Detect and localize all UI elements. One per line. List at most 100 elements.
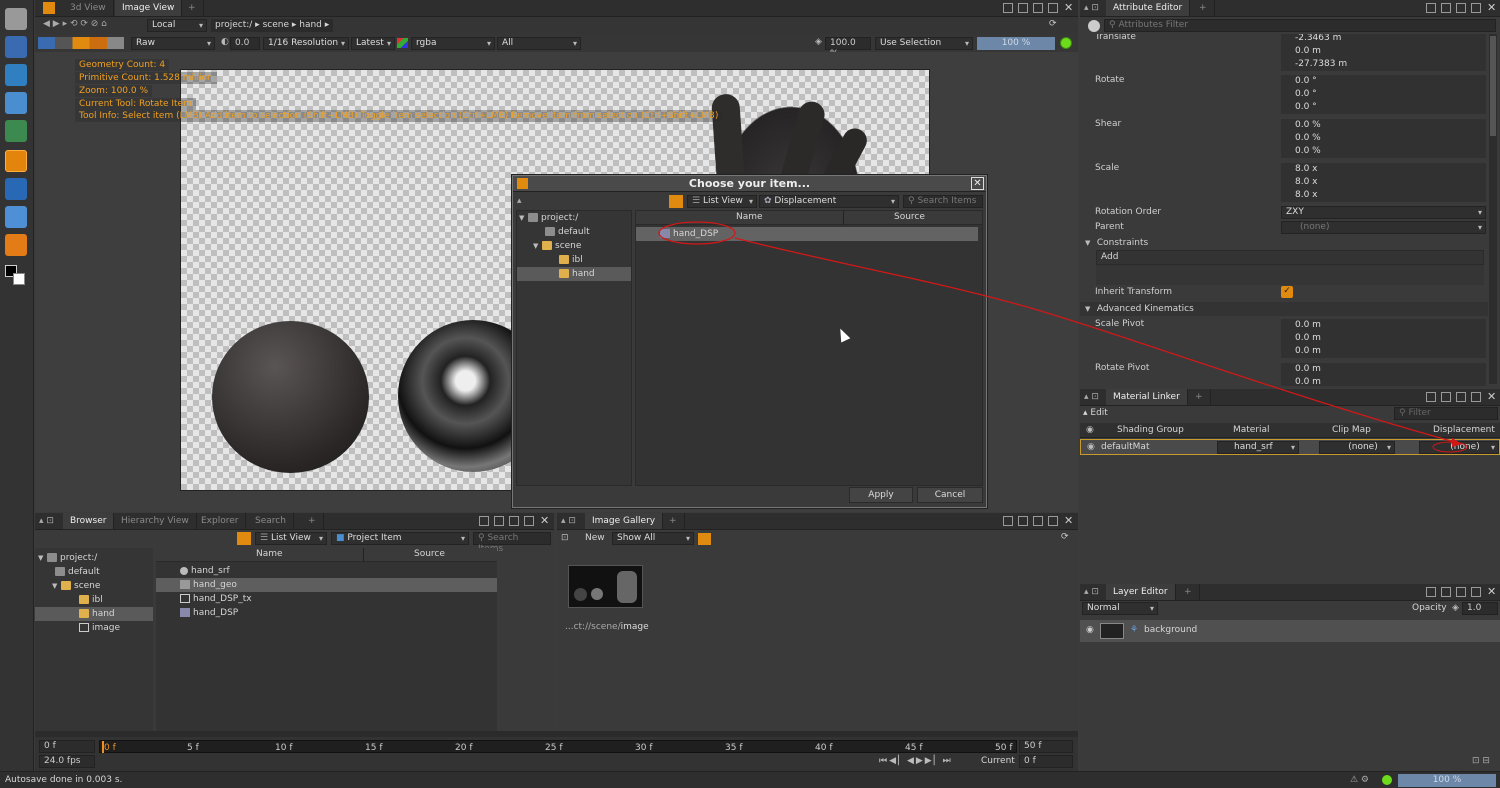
panel-collapse-icon[interactable]: ▴ ⊡	[39, 516, 54, 526]
crumb-project[interactable]: project:/	[215, 20, 252, 30]
opacity-field[interactable]: 1.0	[1462, 602, 1498, 615]
list-item-hand-srf[interactable]: hand_srf	[156, 564, 497, 578]
exposure-field[interactable]: 0.0	[230, 37, 260, 50]
attr-scrollbar[interactable]	[1489, 34, 1497, 384]
layout2-icon[interactable]	[1441, 392, 1451, 402]
gallery-thumbnail[interactable]	[568, 565, 643, 608]
parent-dropdown[interactable]: (none)	[1281, 221, 1486, 234]
layout3-icon[interactable]	[1456, 392, 1466, 402]
layout-icon[interactable]	[1426, 3, 1436, 13]
layer-visibility-icon[interactable]: ◉	[1086, 625, 1094, 635]
transform-tool-icon[interactable]	[5, 178, 27, 200]
tab-attribute-editor[interactable]: Attribute Editor	[1106, 0, 1191, 16]
col-source-header[interactable]: Source	[414, 549, 445, 559]
scale-pivot-x[interactable]: 0.0 m	[1281, 319, 1486, 332]
rotate-z[interactable]: 0.0 °	[1281, 101, 1486, 114]
dialog-collapse-icon[interactable]: ▴	[517, 196, 522, 206]
layout2-icon[interactable]	[1018, 516, 1028, 526]
displacement-dropdown[interactable]: (none)	[1419, 441, 1499, 454]
dialog-close-icon[interactable]: ✕	[971, 177, 984, 190]
lut-dropdown[interactable]: Raw	[131, 37, 215, 50]
layout2-icon[interactable]	[494, 516, 504, 526]
image-tool-icon[interactable]	[5, 120, 27, 142]
close-icon[interactable]: ✕	[1487, 585, 1496, 598]
tab-image-gallery[interactable]: Image Gallery	[585, 513, 664, 529]
refresh-icon[interactable]: ⟳	[1061, 532, 1069, 542]
show-dropdown[interactable]: Show All	[612, 532, 694, 545]
playback-controls[interactable]: ⏮◀▏◀▶▶▏⏭	[879, 756, 953, 766]
layout3-icon[interactable]	[1456, 587, 1466, 597]
clip-map-dropdown[interactable]: (none)	[1319, 441, 1395, 454]
panel-menu-icon[interactable]	[43, 2, 55, 14]
layer-row[interactable]: ◉ ⚘ background	[1080, 620, 1500, 642]
tab-hierarchy-view[interactable]: Hierarchy View	[114, 513, 197, 529]
arrow-tool-icon[interactable]	[5, 206, 27, 228]
fps-field[interactable]: 24.0 fps	[39, 755, 95, 768]
rotate-pivot-y[interactable]: 0.0 m	[1281, 376, 1486, 386]
col-clip-map[interactable]: Clip Map	[1332, 425, 1371, 435]
panel-collapse-icon[interactable]: ▴ ⊡	[1084, 392, 1099, 402]
browser-options-icon[interactable]	[237, 532, 251, 545]
new-button[interactable]: New	[582, 532, 608, 545]
rotate-y[interactable]: 0.0 °	[1281, 88, 1486, 101]
rotation-order-dropdown[interactable]: ZXY	[1281, 206, 1486, 219]
search-input[interactable]: ⚲ Search Items	[473, 532, 551, 554]
attributes-filter-input[interactable]: ⚲ Attributes Filter	[1104, 19, 1496, 32]
tab-material-linker[interactable]: Material Linker	[1106, 389, 1188, 405]
list-item-hand-dsp-tx[interactable]: hand_DSP_tx	[156, 592, 497, 606]
maximize-icon[interactable]	[1048, 3, 1058, 13]
layout-icon[interactable]	[1003, 516, 1013, 526]
shear-x[interactable]: 0.0 %	[1281, 119, 1486, 132]
maximize-icon[interactable]	[1471, 3, 1481, 13]
layout3-icon[interactable]	[1033, 516, 1043, 526]
scale-x[interactable]: 8.0 x	[1281, 163, 1486, 176]
list-item-hand-dsp[interactable]: hand_DSP	[156, 606, 497, 620]
layout-icon[interactable]	[1003, 3, 1013, 13]
layer-name[interactable]: background	[1144, 625, 1197, 635]
material-filter-input[interactable]: ⚲ Filter	[1394, 407, 1498, 420]
tree-item-scene[interactable]: ▼ scene	[52, 579, 100, 593]
col-name-header[interactable]: Name	[256, 549, 283, 559]
layout3-icon[interactable]	[1033, 3, 1043, 13]
end-frame-field[interactable]: 50 f	[1019, 740, 1073, 753]
translate-y[interactable]: 0.0 m	[1281, 45, 1486, 58]
tree-item-ibl[interactable]: ibl	[79, 593, 103, 607]
dialog-col-name[interactable]: Name	[736, 212, 763, 222]
dialog-tree-ibl[interactable]: ibl	[559, 253, 583, 267]
col-material[interactable]: Material	[1233, 425, 1270, 435]
view-mode-dropdown[interactable]: ☰ List View	[255, 532, 327, 545]
maximize-icon[interactable]	[1471, 587, 1481, 597]
view-mode-icons[interactable]	[38, 37, 124, 49]
advanced-kinematics-section[interactable]: ▼ Advanced Kinematics	[1080, 302, 1488, 316]
layout3-icon[interactable]	[509, 516, 519, 526]
tab-image-view[interactable]: Image View	[115, 0, 183, 16]
version-dropdown[interactable]: Latest	[351, 37, 395, 50]
resolution-dropdown[interactable]: 1/16 Resolution	[263, 37, 349, 50]
paint-tool-icon[interactable]	[5, 234, 27, 256]
dialog-item-hand-dsp[interactable]: hand_DSP	[636, 227, 978, 241]
add-constraint-button[interactable]: Add	[1096, 250, 1484, 265]
add-tab-button[interactable]: +	[662, 513, 685, 529]
dialog-tree-hand[interactable]: hand	[517, 267, 631, 281]
dialog-search-input[interactable]: ⚲ Search Items	[903, 195, 983, 208]
space-dropdown[interactable]: Local	[147, 19, 207, 32]
close-icon[interactable]: ✕	[540, 514, 549, 527]
shear-z[interactable]: 0.0 %	[1281, 145, 1486, 158]
scale-z[interactable]: 8.0 x	[1281, 189, 1486, 202]
tab-browser[interactable]: Browser	[63, 513, 115, 529]
close-icon[interactable]: ✕	[1487, 390, 1496, 403]
dialog-view-dropdown[interactable]: ☰ List View	[687, 195, 757, 208]
close-icon[interactable]: ✕	[1487, 1, 1496, 14]
maximize-icon[interactable]	[1471, 392, 1481, 402]
row-visibility-icon[interactable]: ◉	[1087, 442, 1095, 452]
add-tab-button[interactable]: +	[1177, 584, 1200, 600]
dialog-tree-scene[interactable]: ▼ scene	[533, 239, 581, 253]
layer-action-icons[interactable]: ⊡ ⊟	[1472, 756, 1490, 766]
select-tool-icon[interactable]	[5, 64, 27, 86]
dialog-tree-project[interactable]: ▼ project:/	[519, 211, 578, 225]
close-icon[interactable]: ✕	[1064, 1, 1073, 14]
refresh-icon[interactable]: ⟳	[1049, 19, 1057, 29]
translate-z[interactable]: -27.7383 m	[1281, 58, 1486, 71]
panel-collapse-icon[interactable]: ▴ ⊡	[561, 516, 576, 526]
close-icon[interactable]: ✕	[1064, 514, 1073, 527]
